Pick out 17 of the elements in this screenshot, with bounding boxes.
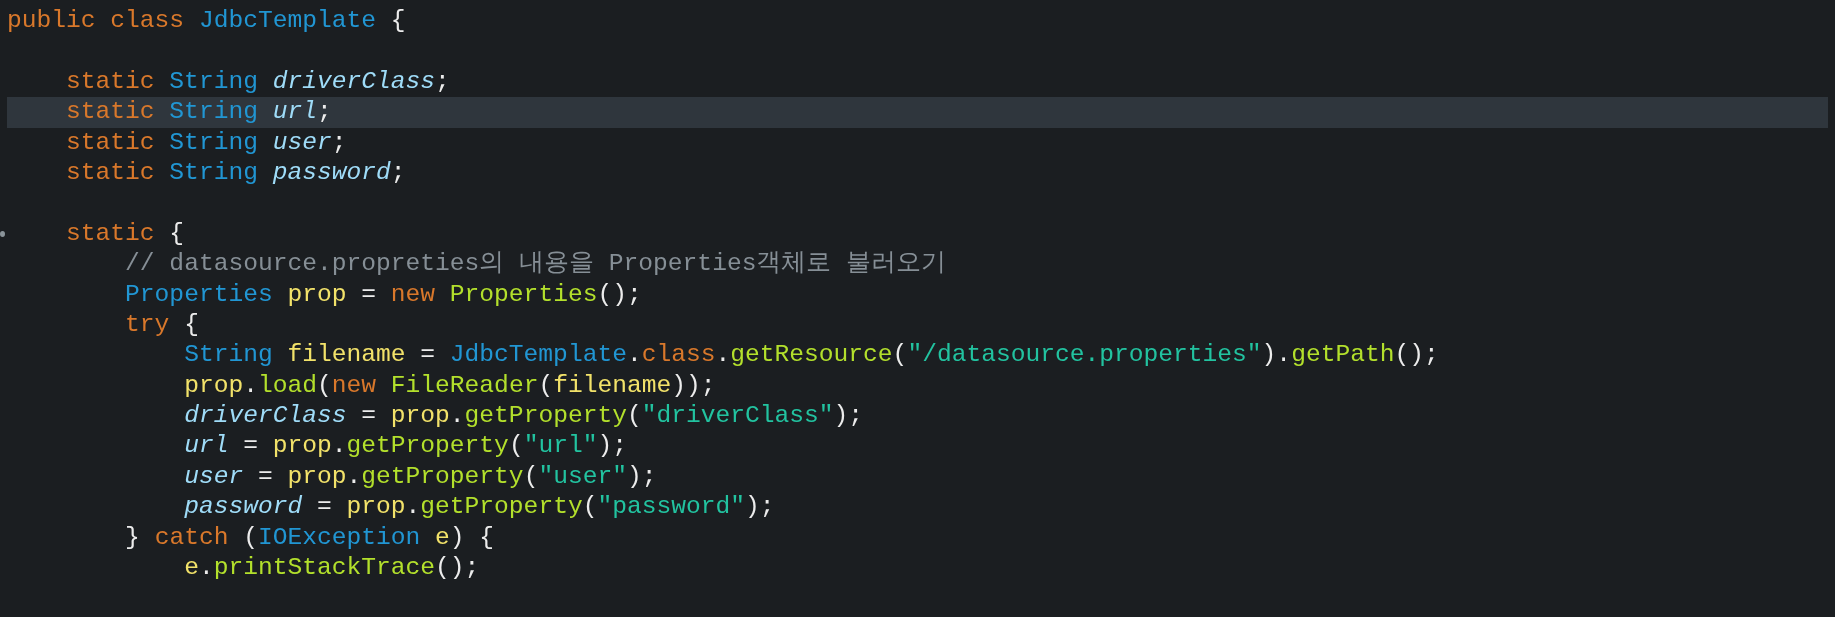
code-line: try { [125,309,199,340]
code-line: Properties prop = new Properties(); [125,279,642,310]
code-line: user = prop.getProperty("user"); [184,461,657,492]
code-line: prop.load(new FileReader(filename)); [184,370,716,401]
code-line: url = prop.getProperty("url"); [184,431,627,462]
code-line: e.printStackTrace(); [184,553,480,584]
code-line: static { [66,218,185,249]
code-line: password = prop.getProperty("password"); [184,492,775,523]
code-line: String filename = JdbcTemplate.class.getResource("/datasource.properties").getPath(); [184,340,1439,371]
code-line: static String password; [66,157,406,188]
code-line: static String user; [66,127,347,158]
code-line: } catch (IOException e) { [125,522,495,553]
code-line: // datasource.propreties의 내용을 Properties객체로 불러오기 [125,249,947,280]
code-line: static String driverClass; [66,66,450,97]
code-line: driverClass = prop.getProperty("driverClass"); [184,401,864,432]
code-line: public class JdbcTemplate { [7,6,406,36]
code-line: static String url; [66,97,332,128]
